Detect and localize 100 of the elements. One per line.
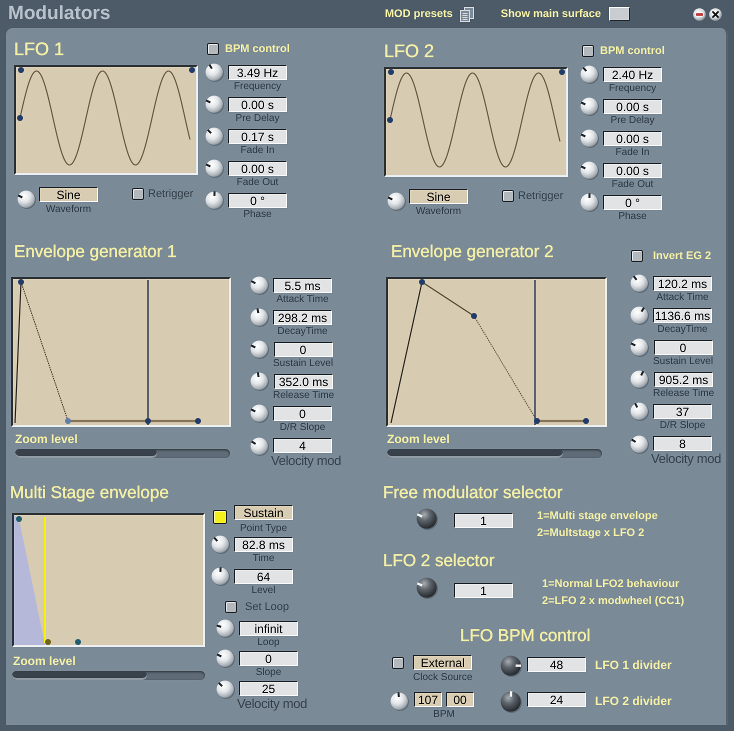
control-label: Frequency bbox=[608, 83, 656, 95]
checkbox[interactable] bbox=[631, 250, 643, 262]
control-label: Sustain Level bbox=[653, 356, 714, 368]
knob[interactable] bbox=[205, 127, 224, 146]
slider-track[interactable] bbox=[12, 671, 205, 680]
value-display: Sine bbox=[39, 187, 98, 202]
knob[interactable] bbox=[387, 192, 406, 211]
control-label: D/R Slope bbox=[660, 420, 706, 432]
control-label: Fade Out bbox=[236, 177, 278, 189]
knob[interactable] bbox=[250, 372, 269, 391]
knob[interactable] bbox=[630, 435, 649, 454]
control-point-icon[interactable] bbox=[419, 279, 425, 285]
divider-label: LFO 2 divider bbox=[595, 694, 672, 708]
value-display: External bbox=[413, 655, 472, 670]
checkbox[interactable] bbox=[392, 657, 404, 669]
value-display: 905.2 ms bbox=[654, 372, 714, 387]
value-display: 120.2 ms bbox=[653, 276, 712, 291]
checkbox[interactable] bbox=[207, 43, 219, 55]
knob[interactable] bbox=[211, 535, 230, 554]
knob[interactable] bbox=[205, 159, 224, 178]
knob[interactable] bbox=[500, 655, 522, 677]
knob[interactable] bbox=[205, 95, 224, 114]
knob[interactable] bbox=[630, 338, 649, 357]
value-display: 4 bbox=[273, 438, 332, 453]
control-point-icon[interactable] bbox=[45, 639, 51, 645]
knob[interactable] bbox=[500, 691, 522, 713]
value-display: 24 bbox=[527, 692, 586, 707]
knob[interactable] bbox=[216, 680, 235, 699]
control-point-icon[interactable] bbox=[75, 639, 81, 645]
knob[interactable] bbox=[216, 649, 235, 668]
knob[interactable] bbox=[390, 692, 409, 711]
knob[interactable] bbox=[630, 306, 649, 325]
control-point-icon[interactable] bbox=[16, 516, 22, 522]
control-label: Waveform bbox=[46, 204, 92, 216]
knob[interactable] bbox=[250, 437, 269, 456]
checkbox[interactable] bbox=[225, 601, 237, 613]
slider-track[interactable] bbox=[15, 449, 230, 458]
value-display: 0 ° bbox=[603, 195, 662, 210]
control-label: Pre Delay bbox=[236, 113, 280, 125]
value-display: 00 bbox=[446, 692, 474, 707]
knob[interactable] bbox=[205, 191, 224, 210]
control-point-icon[interactable] bbox=[559, 69, 565, 75]
knob[interactable] bbox=[17, 190, 36, 209]
control-point-icon[interactable] bbox=[18, 67, 24, 73]
knob[interactable] bbox=[580, 129, 599, 148]
control-point-icon[interactable] bbox=[189, 67, 195, 73]
value-display: Sine bbox=[409, 189, 468, 204]
control-point-icon[interactable] bbox=[387, 117, 393, 123]
knob[interactable] bbox=[630, 402, 649, 421]
control-label: Velocity mod bbox=[271, 453, 342, 468]
checkbox-label: Retrigger bbox=[518, 190, 564, 202]
checkbox[interactable] bbox=[502, 190, 514, 202]
documents-icon[interactable] bbox=[460, 6, 474, 22]
knob[interactable] bbox=[580, 193, 599, 212]
control-label: Attack Time bbox=[276, 294, 329, 306]
knob[interactable] bbox=[630, 370, 649, 389]
checkbox[interactable] bbox=[132, 188, 144, 200]
checkbox[interactable] bbox=[213, 510, 227, 524]
checkbox[interactable] bbox=[582, 45, 594, 57]
knob[interactable] bbox=[211, 567, 230, 586]
knob[interactable] bbox=[205, 63, 224, 82]
control-point-icon[interactable] bbox=[388, 69, 394, 75]
knob[interactable] bbox=[250, 340, 269, 359]
minimize-icon[interactable] bbox=[693, 8, 706, 20]
section-title: Free modulator selector bbox=[383, 483, 563, 503]
control-point-icon[interactable] bbox=[17, 115, 23, 121]
value-display: 82.8 ms bbox=[234, 537, 293, 552]
knob[interactable] bbox=[216, 619, 235, 638]
surface-label: Show main surface bbox=[500, 8, 601, 20]
control-point-icon[interactable] bbox=[18, 279, 24, 285]
control-point-icon[interactable] bbox=[195, 418, 201, 424]
knob[interactable] bbox=[416, 577, 438, 599]
presets-label: MOD presets bbox=[384, 8, 453, 20]
value-display: 48 bbox=[527, 657, 586, 672]
knob[interactable] bbox=[250, 404, 269, 423]
value-display: 0 bbox=[274, 342, 333, 357]
control-point-icon[interactable] bbox=[145, 418, 151, 424]
knob[interactable] bbox=[416, 508, 438, 530]
control-point-icon[interactable] bbox=[471, 313, 477, 319]
knob[interactable] bbox=[580, 161, 599, 180]
control-label: Level bbox=[252, 585, 276, 597]
knob[interactable] bbox=[250, 276, 269, 295]
value-display: Sustain bbox=[234, 505, 293, 520]
section-title: LFO 1 bbox=[14, 39, 64, 59]
control-label: Fade In bbox=[240, 145, 274, 157]
control-point-icon[interactable] bbox=[583, 418, 589, 424]
knob[interactable] bbox=[250, 308, 269, 327]
checkbox-label: Retrigger bbox=[148, 188, 194, 200]
value-display: 1 bbox=[454, 583, 513, 598]
slider-track[interactable] bbox=[387, 449, 602, 458]
control-label: BPM bbox=[433, 709, 455, 721]
knob[interactable] bbox=[580, 65, 599, 84]
close-icon[interactable] bbox=[709, 8, 722, 20]
divider-label: LFO 1 divider bbox=[595, 658, 672, 672]
knob[interactable] bbox=[630, 274, 649, 293]
control-label: Point Type bbox=[240, 523, 288, 535]
control-point-icon[interactable] bbox=[534, 418, 540, 424]
value-display: 0.00 s bbox=[603, 163, 662, 178]
surface-toggle-button[interactable] bbox=[609, 7, 630, 21]
knob[interactable] bbox=[580, 97, 599, 116]
